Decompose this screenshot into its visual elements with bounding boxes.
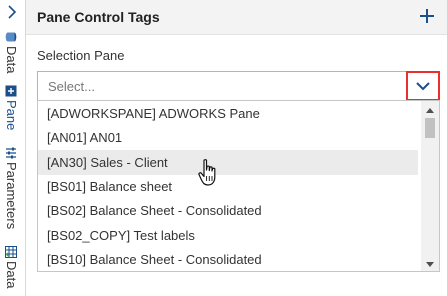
side-tab-label: Parameters xyxy=(4,162,19,230)
caret-down-icon xyxy=(426,261,434,267)
side-tab-label: Pane xyxy=(4,100,19,131)
side-tab-data[interactable]: Data xyxy=(4,30,19,73)
option-item[interactable]: [BS02_COPY] Test labels xyxy=(38,223,418,248)
side-tab-label: Data xyxy=(4,261,19,289)
side-tab-data-table[interactable]: Data xyxy=(4,245,19,288)
chevron-down-icon xyxy=(416,82,430,91)
scrollbar-thumb[interactable] xyxy=(425,118,435,138)
select-placeholder: Select... xyxy=(48,79,95,94)
option-item[interactable]: [BS10] Balance Sheet - Consolidated xyxy=(38,247,418,271)
panel-header: Pane Control Tags xyxy=(26,0,447,35)
expand-panel-button[interactable] xyxy=(4,4,20,20)
selection-pane-label: Selection Pane xyxy=(37,48,125,63)
side-tab-pane[interactable]: Pane xyxy=(4,84,19,130)
side-tab-label: Data xyxy=(4,46,19,74)
selection-options-list[interactable]: [ADWORKSPANE] ADWORKS Pane [AN01] AN01 [… xyxy=(37,100,440,272)
chevron-right-icon xyxy=(8,5,17,19)
scroll-up-button[interactable] xyxy=(421,103,439,117)
add-tag-button[interactable] xyxy=(417,6,437,26)
option-item[interactable]: [BS01] Balance sheet xyxy=(38,174,418,199)
option-item[interactable]: [AN30] Sales - Client xyxy=(38,150,418,175)
database-icon xyxy=(5,30,18,43)
plus-icon xyxy=(420,9,434,23)
options-scrollbar[interactable] xyxy=(421,101,439,271)
option-item[interactable]: [ADWORKSPANE] ADWORKS Pane xyxy=(38,101,418,126)
hand-cursor-icon xyxy=(198,159,216,186)
option-item[interactable]: [BS02] Balance Sheet - Consolidated xyxy=(38,198,418,223)
option-item[interactable]: [AN01] AN01 xyxy=(38,125,418,150)
data-table-icon xyxy=(5,245,18,258)
side-tab-strip: Data Pane Parameters Data xyxy=(0,0,26,296)
selection-pane-select[interactable]: Select... xyxy=(37,71,440,101)
parameters-icon xyxy=(5,146,18,159)
side-tab-parameters[interactable]: Parameters xyxy=(4,146,19,229)
scroll-down-button[interactable] xyxy=(421,257,439,271)
panel-title: Pane Control Tags xyxy=(37,9,160,25)
pane-icon xyxy=(5,84,18,97)
dropdown-toggle-button[interactable] xyxy=(406,71,440,101)
caret-up-icon xyxy=(426,107,434,113)
